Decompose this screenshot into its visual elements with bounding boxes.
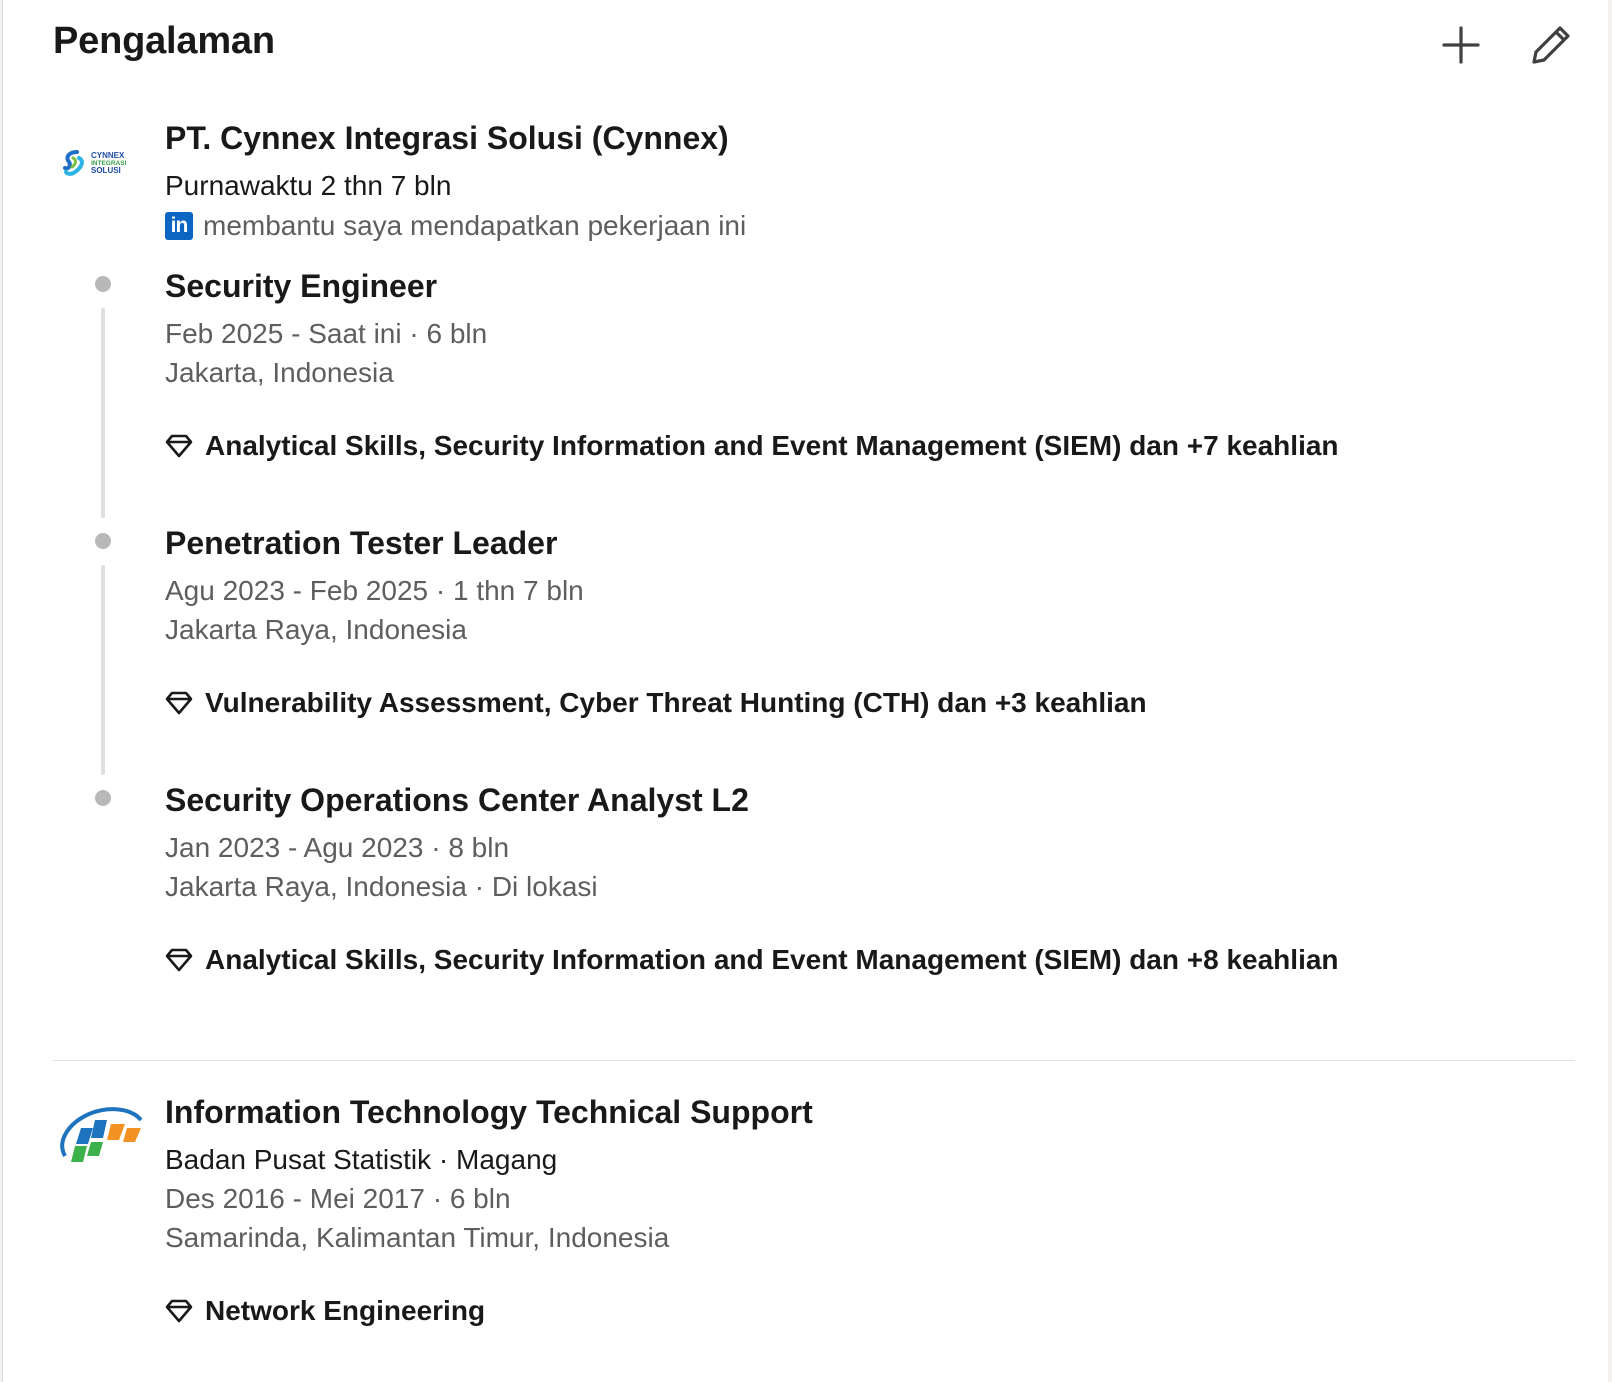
role-title[interactable]: Security Engineer: [165, 268, 437, 305]
employment-duration: Purnawaktu 2 thn 7 bln: [165, 170, 452, 201]
timeline-dot: [95, 790, 111, 806]
role-dates: Des 2016 - Mei 2017 · 6 bln: [165, 1183, 511, 1214]
role-location: Samarinda, Kalimantan Timur, Indonesia: [165, 1222, 670, 1253]
diamond-icon: [165, 691, 193, 715]
diamond-icon: [165, 948, 193, 972]
role-dates: Agu 2023 - Feb 2025 · 1 thn 7 bln: [165, 575, 584, 606]
timeline-line: [101, 565, 105, 775]
linkedin-helped-note: in membantu saya mendapatkan pekerjaan i…: [165, 210, 746, 242]
svg-text:CYNNEX: CYNNEX: [91, 151, 125, 160]
diamond-icon: [165, 1299, 193, 1323]
pencil-icon: [1532, 26, 1570, 64]
role-skills[interactable]: Analytical Skills, Security Information …: [165, 944, 1339, 976]
helped-text: membantu saya mendapatkan pekerjaan ini: [203, 210, 747, 241]
company-name[interactable]: PT. Cynnex Integrasi Solusi (Cynnex): [165, 120, 729, 157]
timeline-dot: [95, 533, 111, 549]
edit-experience-button[interactable]: [1520, 14, 1582, 76]
add-icon: [1442, 26, 1480, 64]
divider: [53, 1060, 1575, 1061]
timeline-line: [101, 308, 105, 518]
linkedin-icon: in: [165, 212, 193, 240]
role-title[interactable]: Security Operations Center Analyst L2: [165, 782, 749, 819]
role-skills[interactable]: Analytical Skills, Security Information …: [165, 430, 1339, 462]
role-location: Jakarta Raya, Indonesia: [165, 614, 467, 645]
diamond-icon: [165, 434, 193, 458]
skills-text: Network Engineering: [205, 1295, 486, 1326]
role-dates: Feb 2025 - Saat ini · 6 bln: [165, 318, 488, 349]
role-title[interactable]: Information Technology Technical Support: [165, 1094, 813, 1131]
role-title[interactable]: Penetration Tester Leader: [165, 525, 557, 562]
company-name[interactable]: Badan Pusat Statistik · Magang: [165, 1144, 557, 1176]
experience-card: Pengalaman CYNNEX INTEGRASI SOLUSI PT. C…: [2, 0, 1608, 1382]
add-experience-button[interactable]: [1430, 14, 1492, 76]
section-title: Pengalaman: [53, 20, 275, 62]
role-location: Jakarta Raya, Indonesia · Di lokasi: [165, 871, 598, 902]
skills-text: Vulnerability Assessment, Cyber Threat H…: [205, 687, 1147, 718]
role-location: Jakarta, Indonesia: [165, 357, 394, 388]
svg-text:SOLUSI: SOLUSI: [91, 166, 121, 175]
timeline-dot: [95, 276, 111, 292]
skills-text: Analytical Skills, Security Information …: [205, 944, 1339, 975]
cynnex-logo[interactable]: CYNNEX INTEGRASI SOLUSI: [63, 148, 137, 178]
role-skills[interactable]: Network Engineering: [165, 1295, 485, 1327]
role-dates: Jan 2023 - Agu 2023 · 8 bln: [165, 832, 510, 863]
bps-logo[interactable]: [55, 1098, 147, 1172]
role-skills[interactable]: Vulnerability Assessment, Cyber Threat H…: [165, 687, 1147, 719]
skills-text: Analytical Skills, Security Information …: [205, 430, 1339, 461]
